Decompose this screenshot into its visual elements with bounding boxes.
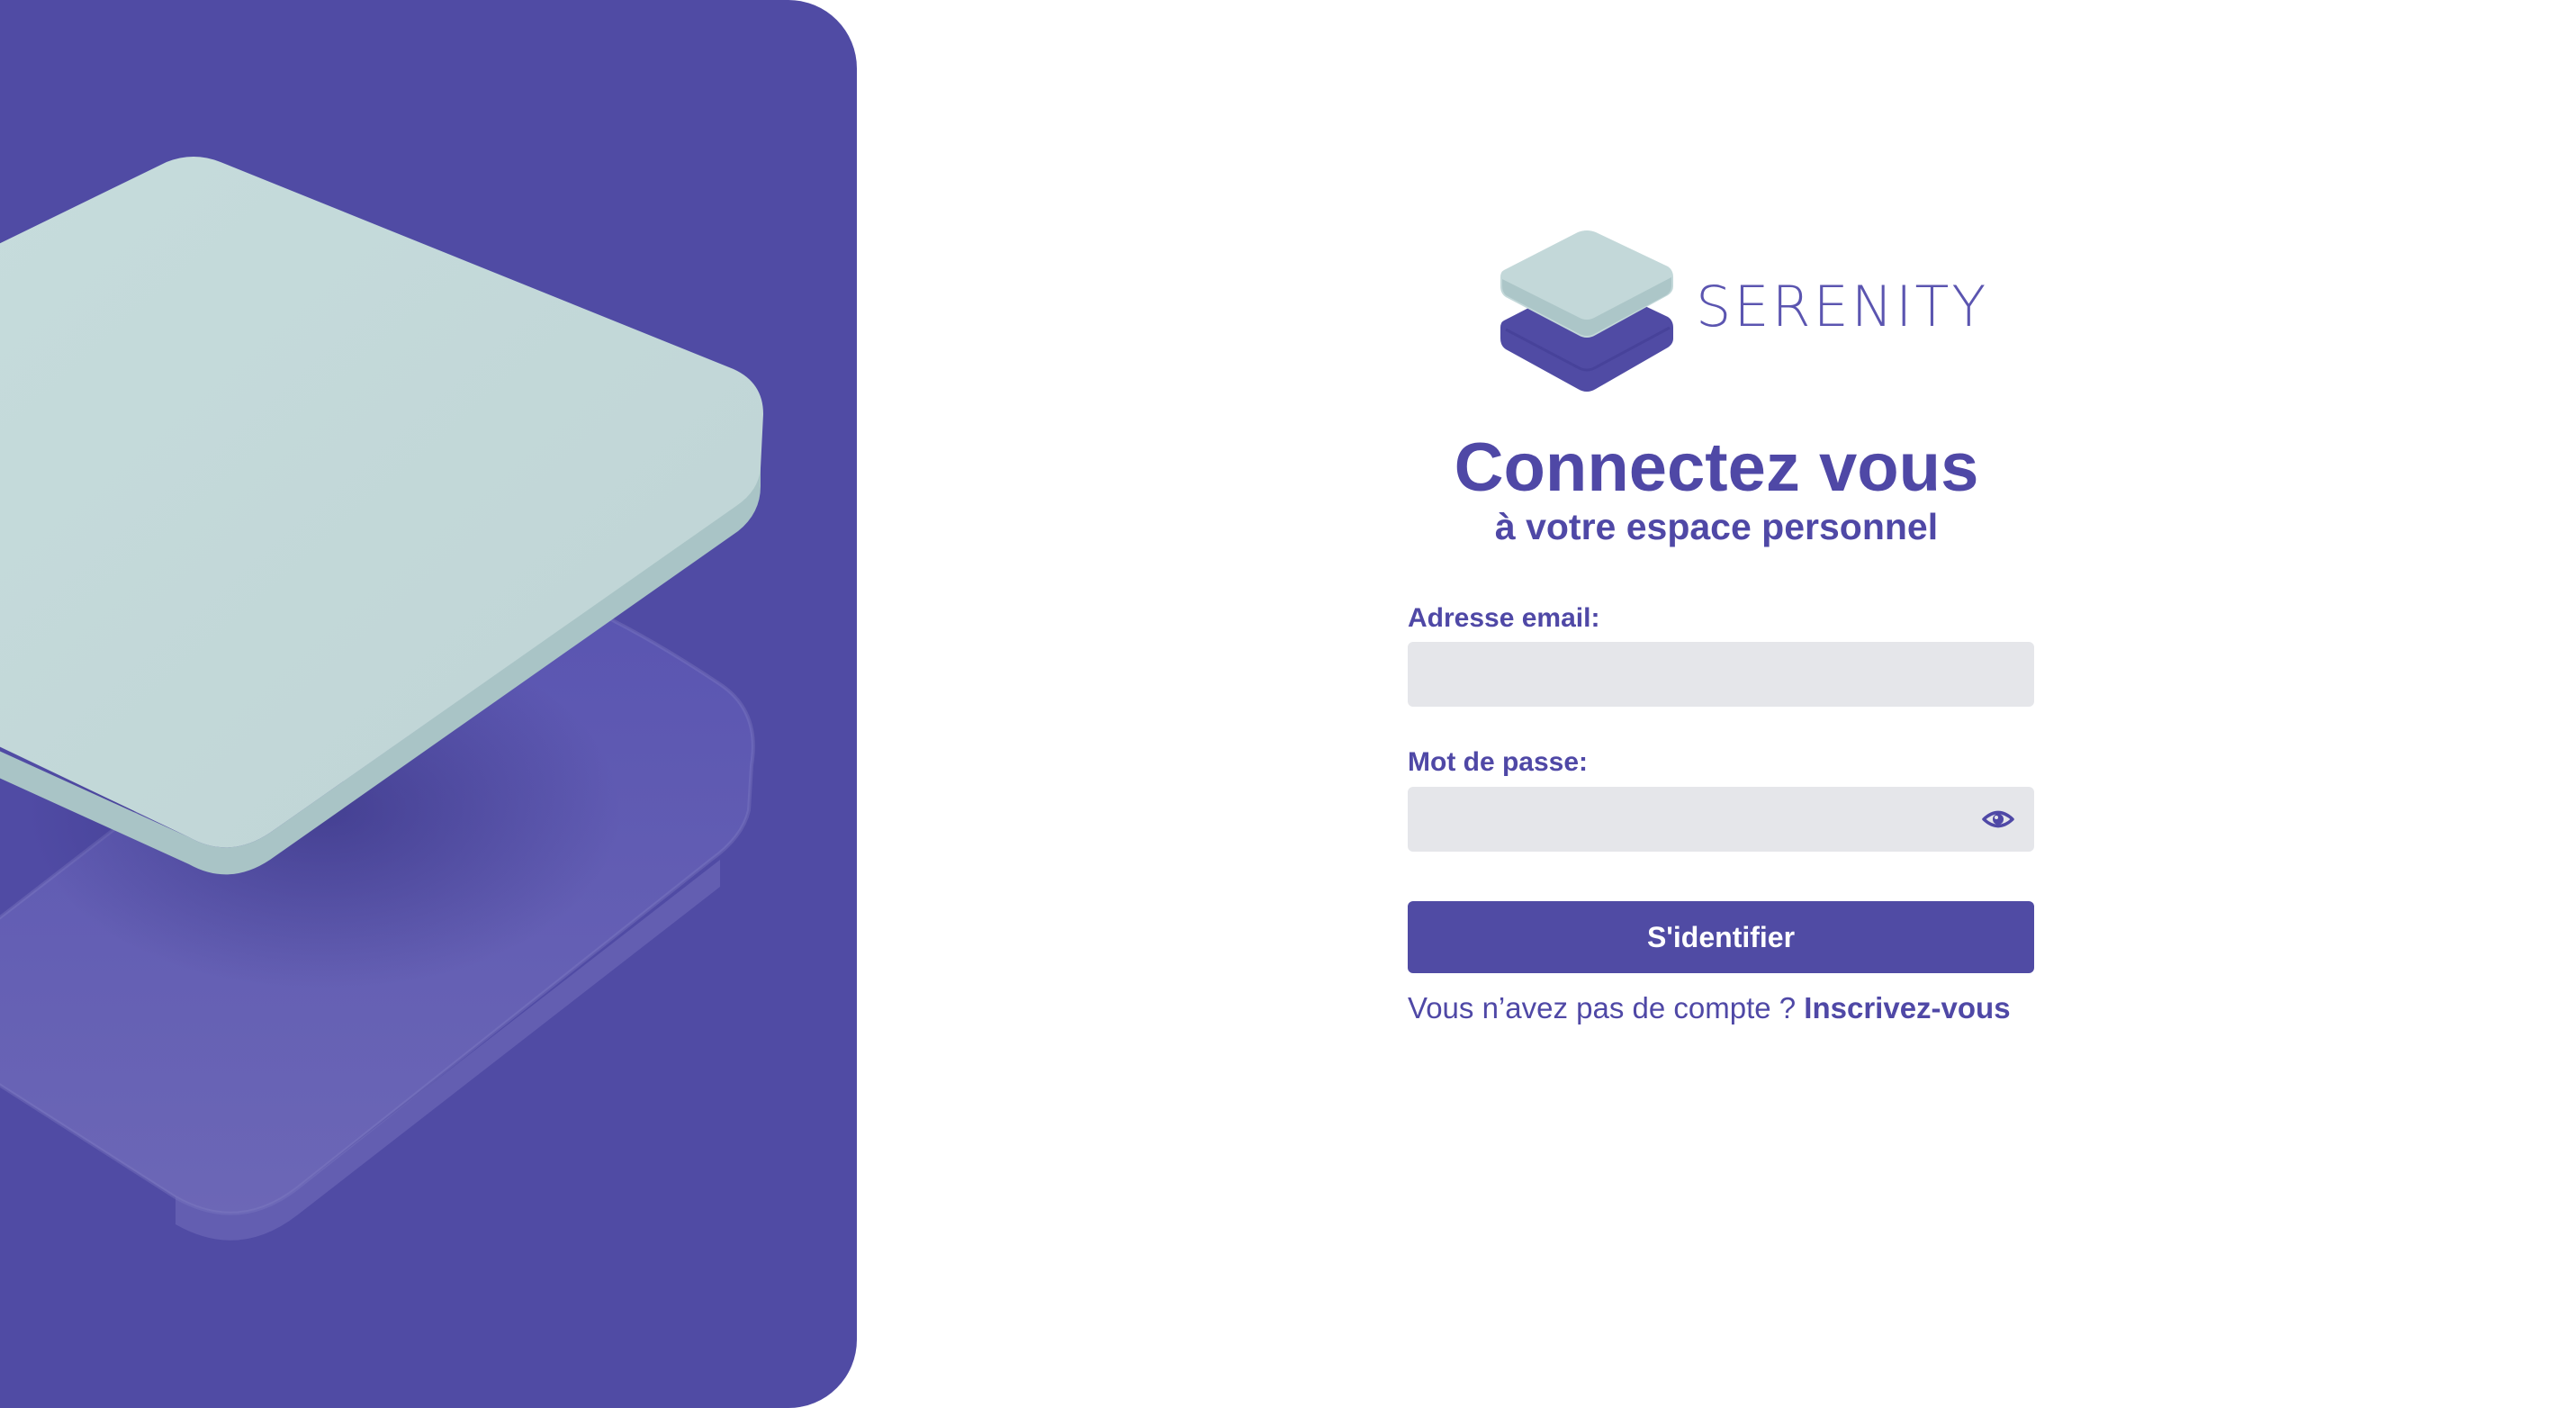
page-subtitle: à votre espace personnel (1494, 506, 1939, 547)
email-field[interactable] (1408, 642, 2034, 707)
email-label: Adresse email: (1408, 603, 1600, 633)
no-account-text: Vous n’avez pas de compte ? (1408, 991, 1797, 1024)
login-form-area: SERENITY Connectez vous à votre espace p… (857, 0, 2576, 1408)
password-label: Mot de passe: (1408, 747, 1589, 777)
login-page: SERENITY Connectez vous à votre espace p… (0, 0, 2576, 1408)
layers-logo-icon (1500, 230, 1673, 392)
signup-link[interactable]: Inscrivez-vous (1804, 991, 2010, 1024)
password-field[interactable] (1408, 787, 2034, 852)
login-button[interactable]: S'identifier (1408, 901, 2034, 973)
hero-panel (0, 0, 857, 1408)
brand-name: SERENITY (1696, 274, 1989, 339)
eye-icon[interactable] (1982, 804, 2014, 835)
signup-prompt: Vous n’avez pas de compte ? Inscrivez-vo… (1408, 990, 2034, 1026)
hero-layers-illustration (0, 157, 763, 1241)
page-title: Connectez vous (1454, 429, 1979, 506)
